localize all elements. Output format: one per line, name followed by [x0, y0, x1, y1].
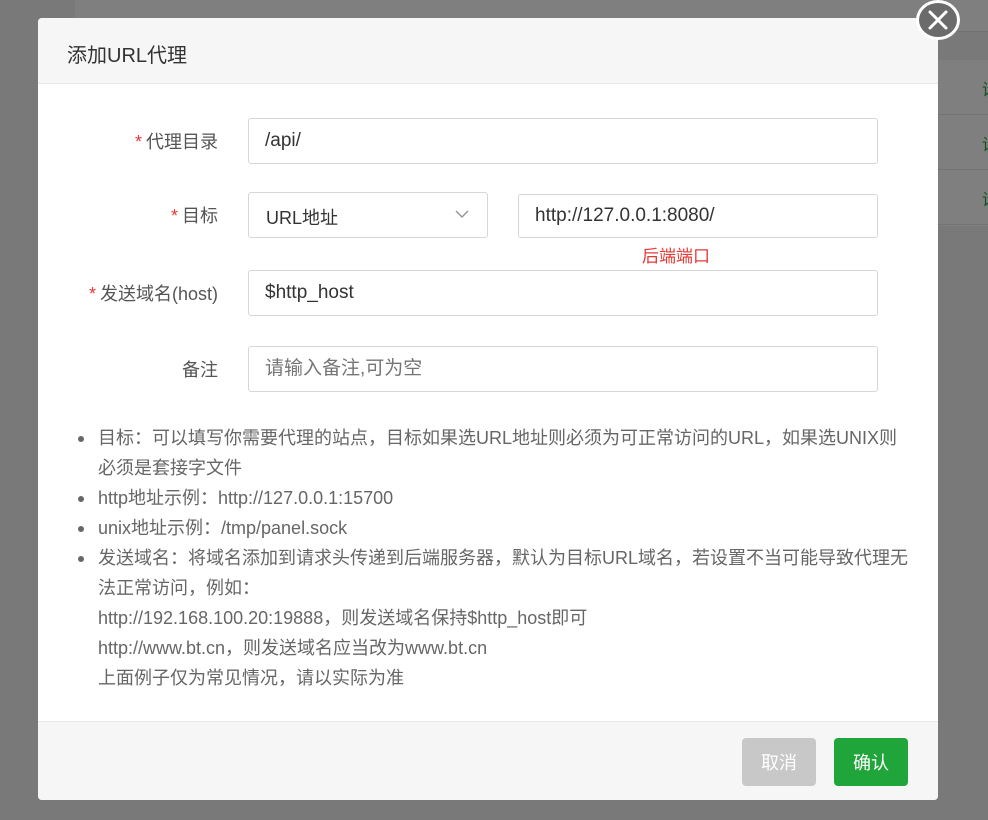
host-input[interactable] — [248, 270, 878, 316]
remark-input[interactable] — [248, 346, 878, 392]
help-text: unix地址示例：/tmp/panel.sock — [98, 518, 348, 538]
confirm-button[interactable]: 确认 — [834, 738, 908, 786]
target-row: * 目标 URL地址 — [38, 192, 938, 238]
proxy-dir-label-text: 代理目录 — [146, 132, 218, 152]
proxy-dir-input[interactable] — [248, 118, 878, 164]
required-mark: * — [170, 206, 178, 226]
target-type-value: URL地址 — [266, 208, 339, 228]
help-item: unix地址示例：/tmp/panel.sock — [78, 513, 918, 543]
target-hint: 后端端口 — [642, 247, 710, 266]
required-mark: * — [88, 284, 96, 304]
help-text: 必须是套接字文件 — [98, 458, 242, 478]
add-url-proxy-dialog: 添加URL代理 *代理目录 *目标 URL地址 后端端口 *发送域名(host)… — [38, 18, 938, 800]
host-label-text: 发送域名(host) — [99, 284, 218, 304]
help-text: http://192.168.100.20:19888，则发送域名保持$http… — [98, 608, 588, 628]
help-text: http://www.bt.cn，则发送域名应当改为www.bt.cn — [98, 638, 488, 658]
dialog-title: 添加URL代理 — [67, 45, 188, 67]
proxy-dir-row: * 代理目录 — [38, 118, 938, 164]
help-text: 法正常访问，例如： — [98, 578, 260, 598]
remark-label: 备注 — [182, 360, 218, 380]
help-item: http地址示例：http://127.0.0.1:15700 — [78, 483, 918, 513]
target-url-input[interactable] — [518, 194, 878, 238]
dialog-footer: 取消 确认 — [38, 721, 938, 800]
help-item: 发送域名：将域名添加到请求头传递到后端服务器，默认为目标URL域名，若设置不当可… — [78, 543, 918, 693]
help-text: 目标：可以填写你需要代理的站点，目标如果选URL地址则必须为可正常访问的URL，… — [98, 428, 898, 448]
target-label: * 目标 — [171, 202, 218, 228]
proxy-dir-label: * 代理目录 — [135, 128, 218, 154]
target-type-select[interactable]: URL地址 — [248, 192, 488, 238]
host-label: * 发送域名(host) — [89, 280, 218, 306]
close-icon — [928, 10, 948, 30]
help-item: 目标：可以填写你需要代理的站点，目标如果选URL地址则必须为可正常访问的URL，… — [78, 423, 918, 483]
required-mark: * — [134, 132, 142, 152]
close-button[interactable] — [916, 0, 960, 40]
host-row: * 发送域名(host) — [38, 270, 938, 316]
dialog-header: 添加URL代理 — [38, 18, 938, 84]
help-list: 目标：可以填写你需要代理的站点，目标如果选URL地址则必须为可正常访问的URL，… — [78, 423, 918, 693]
cancel-button[interactable]: 取消 — [742, 738, 816, 786]
remark-row: 备注 — [38, 346, 938, 392]
help-text: 上面例子仅为常见情况，请以实际为准 — [98, 668, 404, 688]
help-text: 发送域名：将域名添加到请求头传递到后端服务器，默认为目标URL域名，若设置不当可… — [98, 548, 909, 568]
target-label-text: 目标 — [182, 206, 218, 226]
chevron-down-icon — [455, 210, 469, 219]
help-text: http地址示例：http://127.0.0.1:15700 — [98, 488, 394, 508]
